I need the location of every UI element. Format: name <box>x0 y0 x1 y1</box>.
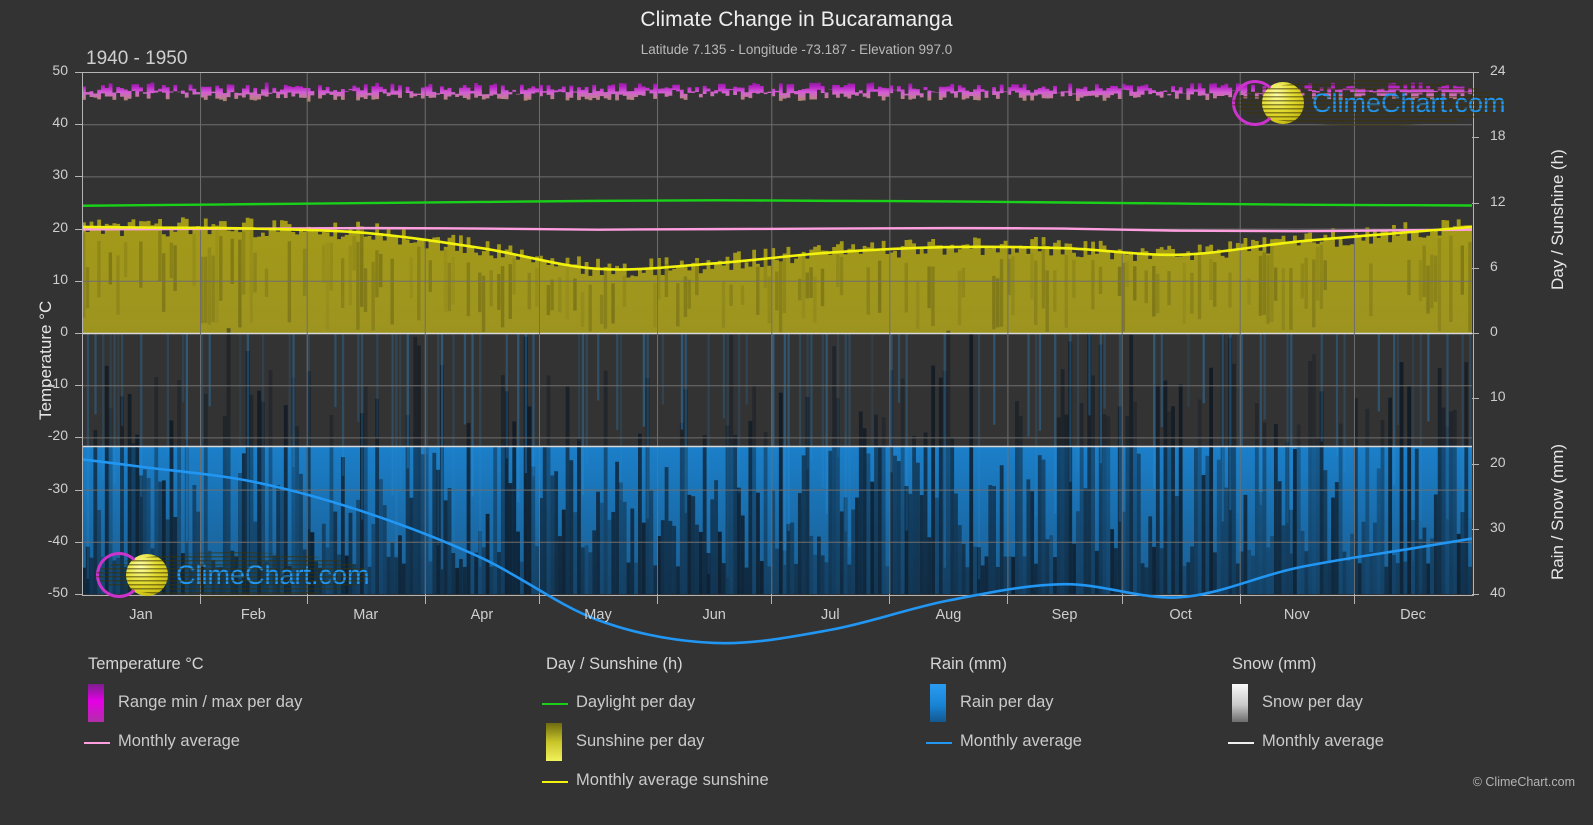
y-tickmark <box>75 594 82 595</box>
watermark-logo-top: ClimeChart.com <box>1232 80 1506 126</box>
x-tick-month: Feb <box>240 607 266 623</box>
legend-group-title: Rain (mm) <box>930 655 1007 673</box>
x-tick-month: Jul <box>821 607 840 623</box>
legend-item-label: Rain per day <box>960 693 1054 711</box>
x-tick-month: Nov <box>1283 607 1310 623</box>
legend-line-marker <box>926 742 952 744</box>
chart-plot-area <box>82 72 1472 594</box>
page-subtitle: Latitude 7.135 - Longitude -73.187 - Ele… <box>640 42 953 57</box>
y-tick-rain-snow: 40 <box>1490 584 1506 600</box>
x-tick-month: Apr <box>470 607 494 623</box>
y-tickmark <box>1472 594 1479 595</box>
x-tick-month: Oct <box>1169 607 1192 623</box>
y-tick-rain-snow: 10 <box>1490 388 1506 405</box>
y-tickmark <box>75 385 82 387</box>
y-tickmark <box>75 228 82 230</box>
x-tickmark <box>200 594 202 604</box>
climechart-sun-icon <box>1232 80 1506 126</box>
axis-label-rain-snow: Rain / Snow (mm) <box>1548 443 1567 580</box>
legend-group-title: Temperature °C <box>88 655 204 673</box>
y-tick-day-sunshine: 6 <box>1490 257 1498 274</box>
y-tickmark <box>75 333 82 334</box>
legend-item-label: Monthly average <box>960 732 1082 750</box>
y-tickmark <box>75 176 82 178</box>
chart-svg <box>82 72 1472 594</box>
y-tickmark <box>1472 398 1479 400</box>
climechart-sun-icon <box>96 552 370 598</box>
legend-group-title: Snow (mm) <box>1232 655 1317 673</box>
x-tickmark <box>657 594 658 604</box>
climate-chart-page: Climate Change in Bucaramanga Latitude 7… <box>0 0 1593 825</box>
x-tickmark <box>306 594 308 604</box>
y-tickmark <box>75 124 82 126</box>
y-tick-temperature: 50 <box>52 62 68 78</box>
legend-swatch <box>1232 684 1248 722</box>
legend-item-label: Snow per day <box>1262 693 1363 711</box>
y-tick-temperature: 0 <box>60 323 68 339</box>
x-tickmark <box>1239 594 1241 604</box>
legend-group-title: Day / Sunshine (h) <box>546 655 683 673</box>
y-tick-day-sunshine: 12 <box>1490 192 1506 209</box>
y-tick-temperature: -40 <box>47 531 68 548</box>
legend-swatch <box>930 684 946 722</box>
y-tickmark <box>1472 528 1479 530</box>
copyright-text: © ClimeChart.com <box>1472 775 1575 789</box>
y-tickmark <box>1472 463 1479 465</box>
y-tick-day-sunshine: 18 <box>1490 127 1506 144</box>
legend-line-marker <box>84 742 110 744</box>
legend-item-label: Range min / max per day <box>118 693 303 711</box>
x-tick-month: Sep <box>1051 607 1078 623</box>
x-tickmark <box>1353 594 1355 604</box>
legend-item-label: Sunshine per day <box>576 732 705 750</box>
y-tick-day-sunshine: 0 <box>1490 323 1498 339</box>
axis-label-day-sunshine: Day / Sunshine (h) <box>1548 149 1567 290</box>
page-title: Climate Change in Bucaramanga <box>640 8 953 31</box>
legend-line-marker <box>1228 742 1254 744</box>
x-tickmark <box>1007 594 1009 604</box>
x-tick-month: May <box>584 607 612 623</box>
x-tickmark <box>1121 594 1123 604</box>
y-tick-temperature: -50 <box>47 584 68 600</box>
x-tick-month: Mar <box>353 607 379 623</box>
legend-item-label: Daylight per day <box>576 693 696 711</box>
y-tickmark <box>75 489 82 491</box>
legend-swatch <box>546 723 562 761</box>
y-tickmark <box>1472 202 1479 204</box>
x-tickmark <box>539 594 540 604</box>
x-tick-month: Jan <box>129 607 153 623</box>
y-tickmark <box>75 280 82 282</box>
y-tickmark <box>75 541 82 543</box>
legend-item-label: Monthly average <box>118 732 240 750</box>
y-tick-temperature: 40 <box>52 114 68 131</box>
y-tickmark <box>1472 137 1479 139</box>
y-tick-temperature: 10 <box>52 270 68 287</box>
y-tickmark <box>75 437 82 439</box>
x-tickmark <box>889 594 891 604</box>
y-tick-rain-snow: 30 <box>1490 518 1506 535</box>
axis-label-temperature: Temperature °C <box>36 300 55 420</box>
y-tick-rain-snow: 20 <box>1490 453 1506 470</box>
x-tickmark <box>771 594 773 604</box>
x-tick-month: Aug <box>935 607 962 623</box>
legend-swatch <box>88 684 104 722</box>
y-tick-day-sunshine: 24 <box>1490 62 1506 78</box>
y-tick-temperature: 30 <box>52 166 68 183</box>
y-tickmark <box>1472 267 1479 269</box>
legend-line-marker <box>542 781 568 783</box>
watermark-logo-bottom: ClimeChart.com <box>96 552 370 598</box>
x-tickmark <box>424 594 426 604</box>
legend-line-marker <box>542 703 568 705</box>
y-tick-temperature: -20 <box>47 427 68 444</box>
x-tick-month: Dec <box>1400 607 1426 623</box>
legend-item-label: Monthly average sunshine <box>576 771 769 789</box>
y-tick-temperature: -10 <box>47 375 68 392</box>
y-tickmark <box>1472 72 1479 73</box>
y-tick-temperature: -30 <box>47 479 68 496</box>
y-tick-temperature: 20 <box>52 218 68 235</box>
x-tick-month: Jun <box>702 607 726 623</box>
period-label: 1940 - 1950 <box>86 48 188 69</box>
y-tickmark <box>75 72 82 73</box>
legend-item-label: Monthly average <box>1262 732 1384 750</box>
y-tickmark <box>1472 333 1479 334</box>
